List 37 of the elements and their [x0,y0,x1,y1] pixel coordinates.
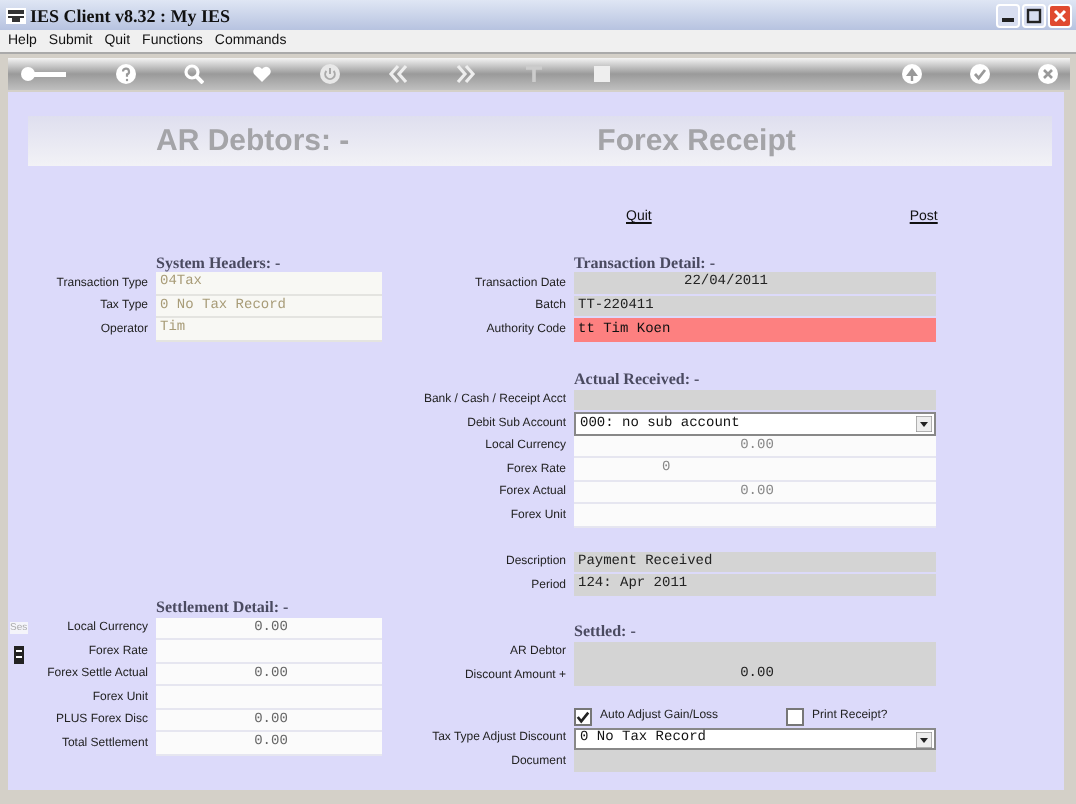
input-field[interactable] [574,504,936,527]
rewind-icon[interactable] [388,64,408,84]
close-button[interactable] [1048,3,1072,27]
maximize-button[interactable] [1022,3,1046,27]
screen-title: Forex Receipt [597,124,796,158]
check-icon[interactable] [970,64,990,84]
module-title: AR Debtors: - [156,124,350,158]
checkbox[interactable] [786,707,805,725]
app-icon [6,5,26,25]
minimize-button[interactable] [996,3,1020,27]
text-icon[interactable] [524,64,544,84]
checkbox[interactable] [574,707,592,725]
stop-icon[interactable] [592,64,612,84]
maximize-icon [1026,7,1042,23]
section-heading: Settlement Detail: - [156,598,289,616]
input-field[interactable] [156,686,382,709]
search-icon[interactable] [184,64,204,84]
fast-forward-icon[interactable] [456,64,476,84]
input-field[interactable] [574,750,936,773]
close-icon [1052,7,1068,23]
dropdown-arrow-icon[interactable] [916,731,932,747]
key-icon[interactable] [20,64,68,84]
heart-icon[interactable] [252,64,272,84]
window-title: IES Client v8.32 : My IES [30,5,231,25]
section-heading: System Headers: - [156,253,281,271]
minimize-icon [1002,18,1014,22]
input-field[interactable] [574,389,936,412]
power-icon[interactable] [320,64,340,84]
input-field[interactable] [574,641,936,664]
dropdown-arrow-icon[interactable] [916,416,932,432]
section-heading: Actual Received: - [574,370,700,388]
section-heading: Transaction Detail: - [574,253,716,271]
section-heading: Settled: - [574,622,636,640]
document-icon[interactable] [13,646,24,664]
input-field[interactable] [156,640,382,663]
close-icon[interactable] [1038,64,1058,84]
help-icon[interactable] [116,64,136,84]
